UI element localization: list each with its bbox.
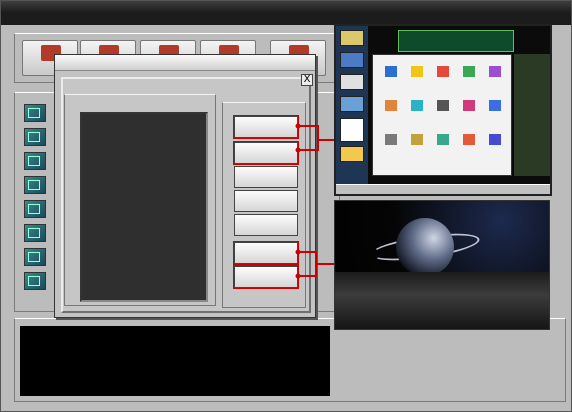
other-charges-button[interactable]	[234, 166, 298, 188]
transfer-station-button[interactable]	[233, 241, 299, 265]
pause-use-button[interactable]	[234, 190, 298, 212]
desktop-app-icon	[437, 100, 449, 111]
start-billing-button[interactable]	[233, 115, 299, 139]
ad-tile	[340, 30, 364, 46]
desktop-app-icon	[411, 66, 423, 77]
preview-taskbar	[336, 184, 550, 194]
machine-icon[interactable]	[24, 200, 46, 218]
checkout-button[interactable]	[233, 265, 299, 289]
close-icon[interactable]: X	[301, 74, 313, 86]
dialog-title	[55, 55, 315, 71]
desktop-app-icon	[385, 134, 397, 145]
machine-icon[interactable]	[24, 128, 46, 146]
desktop-app-icon	[489, 134, 501, 145]
desktop-app-icon	[411, 134, 423, 145]
resume-use-button[interactable]	[234, 214, 298, 236]
desktop-app-icon	[437, 134, 449, 145]
timed-billing-button[interactable]	[233, 141, 299, 165]
desktop-app-icon	[463, 66, 475, 77]
desktop-app-icon	[385, 66, 397, 77]
desktop-app-icon	[489, 66, 501, 77]
window-title	[1, 1, 571, 13]
machine-icon[interactable]	[24, 224, 46, 242]
ad-tile	[340, 146, 364, 162]
ad-tile	[340, 74, 364, 90]
machine-icon[interactable]	[24, 248, 46, 266]
ad-tile	[340, 52, 364, 68]
machine-icon[interactable]	[24, 104, 46, 122]
sale-items-list[interactable]	[80, 112, 208, 302]
machine-icon[interactable]	[24, 152, 46, 170]
usage-log	[20, 326, 330, 396]
desktop-app-icon	[411, 100, 423, 111]
machine-icon[interactable]	[24, 176, 46, 194]
ad-tile	[340, 118, 364, 142]
desktop-app-icon	[463, 134, 475, 145]
desktop-app-icon	[385, 100, 397, 111]
desktop-app-icon	[463, 100, 475, 111]
machine-icon[interactable]	[24, 272, 46, 290]
preview-banner-subtitle	[400, 42, 512, 51]
ad-tile	[340, 96, 364, 112]
desktop-app-icon	[489, 100, 501, 111]
preview-right-panel	[514, 54, 550, 176]
planet-image	[396, 218, 454, 276]
footer-ghost-text	[362, 313, 542, 329]
desktop-app-icon	[437, 66, 449, 77]
